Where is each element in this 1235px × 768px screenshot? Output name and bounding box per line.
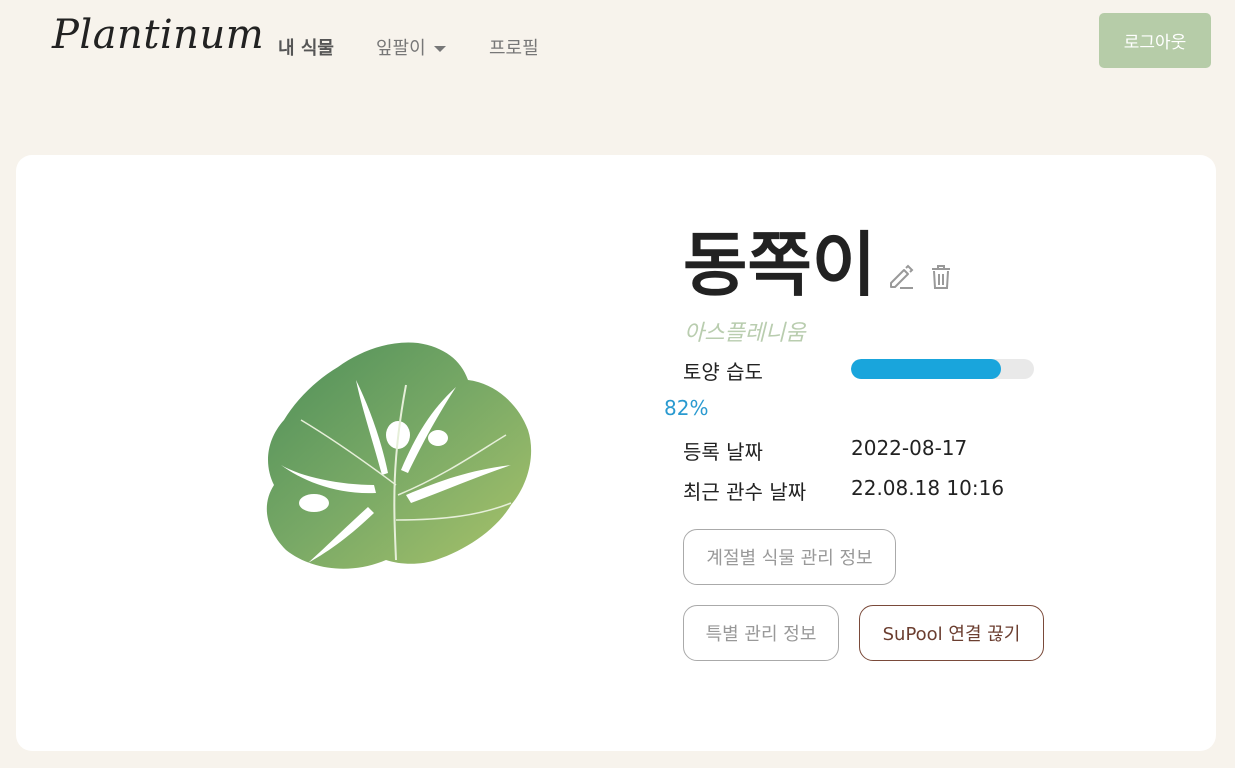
nav-market-label: 잎팔이 [376,38,426,59]
moisture-label: 토양 습도 [683,360,763,384]
moisture-progress-fill [851,359,1002,379]
plant-detail-card: 동쪽이 아스플레니움 토양 습도 82% 등록 날짜 2022-08-17 최근… [16,155,1216,751]
seasonal-care-button[interactable]: 계절별 식물 관리 정보 [683,529,896,585]
logout-button[interactable]: 로그아웃 [1099,13,1211,68]
navbar: Plantinum 내 식물 잎팔이 프로필 로그아웃 [0,0,1235,90]
watered-value: 22.08.18 10:16 [851,476,1005,500]
plant-name: 동쪽이 [683,224,877,306]
pencil-icon[interactable] [887,263,915,295]
moisture-progress-bar [851,359,1034,379]
nav-profile[interactable]: 프로필 [489,34,539,60]
nav-market-dropdown[interactable]: 잎팔이 [376,34,446,60]
trash-icon[interactable] [929,263,953,295]
nav-my-plants[interactable]: 내 식물 [278,34,334,60]
disconnect-supool-button[interactable]: SuPool 연결 끊기 [859,605,1044,661]
monstera-leaf-image [266,342,532,569]
registered-label: 등록 날짜 [683,440,763,464]
caret-down-icon [433,46,446,52]
watered-label: 최근 관수 날짜 [683,480,807,504]
moisture-percent: 82% [664,396,709,420]
plant-species: 아스플레니움 [684,321,806,346]
logo[interactable]: Plantinum [52,12,264,58]
registered-value: 2022-08-17 [851,436,968,460]
special-care-button[interactable]: 특별 관리 정보 [683,605,839,661]
